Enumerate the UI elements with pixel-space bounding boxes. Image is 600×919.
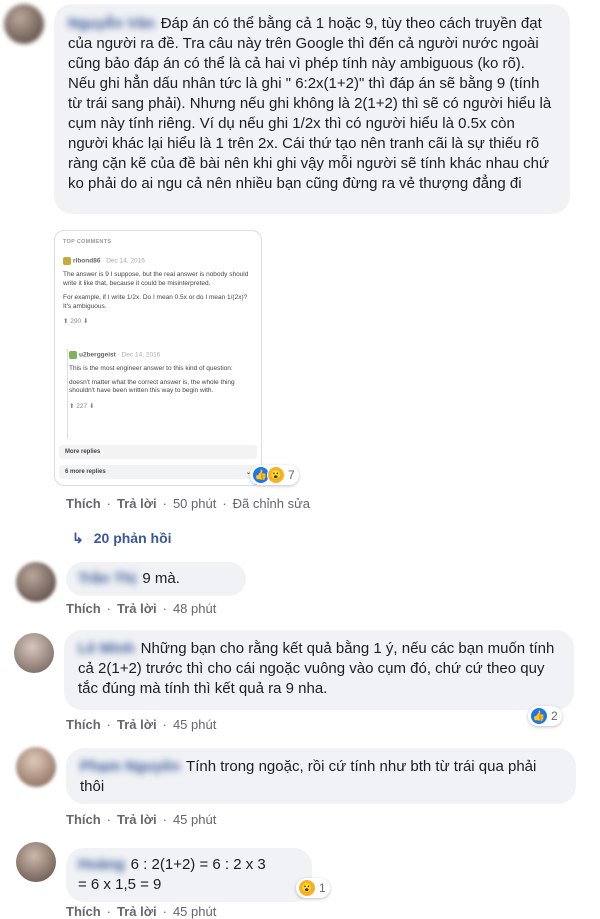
comment-actions: Thích · Trả lời · 48 phút xyxy=(66,601,217,616)
wow-icon: 😮 xyxy=(298,879,316,897)
vote-count: 290 xyxy=(70,318,82,325)
upvote-icon: ⬆ xyxy=(69,402,75,410)
embed-date: · Dec 14, 2016 xyxy=(117,351,161,359)
like-button[interactable]: Thích xyxy=(66,601,101,616)
avatar[interactable] xyxy=(16,747,56,787)
reply-button[interactable]: Trả lời xyxy=(117,812,157,827)
comment-bubble: Nguyễn Văn Đáp án có thể bằng cả 1 hoặc 9… xyxy=(54,4,570,214)
reply-arrow-icon: ↳ xyxy=(72,530,84,546)
embed-user: u2berggeist xyxy=(79,351,116,359)
wow-icon: 😮 xyxy=(267,466,285,484)
user-icon xyxy=(63,257,71,265)
reply-button[interactable]: Trả lời xyxy=(117,496,157,511)
avatar[interactable] xyxy=(16,562,56,602)
comment-author[interactable]: Nguyễn Văn xyxy=(68,14,155,34)
comment-text: Những bạn cho rằng kết quả bằng 1 ý, nếu… xyxy=(78,640,555,697)
more-replies-count-button[interactable]: 6 more replies ⌄ xyxy=(59,465,257,479)
vote-count: 227 xyxy=(76,402,88,410)
avatar[interactable] xyxy=(14,633,54,673)
reaction-summary[interactable]: 😮 1 xyxy=(296,878,330,898)
comment-author[interactable]: Phạm Nguyên xyxy=(80,757,180,777)
downvote-icon: ⬇ xyxy=(82,318,89,325)
upvote-icon: ⬆ xyxy=(63,318,69,325)
reply-button[interactable]: Trả lời xyxy=(117,601,157,616)
reaction-count: 1 xyxy=(319,881,326,895)
like-button[interactable]: Thích xyxy=(66,496,101,511)
avatar[interactable] xyxy=(16,842,56,882)
comment-text: 9 mà. xyxy=(142,570,180,587)
embed-text: For example, if I write 1/2x. Do I mean … xyxy=(63,294,248,310)
view-replies-button[interactable]: ↳ 20 phản hồi xyxy=(72,530,172,547)
embedded-screenshot[interactable]: TOP COMMENTS rlbond86 · Dec 14, 2016 The… xyxy=(54,230,262,486)
timestamp[interactable]: 48 phút xyxy=(173,601,216,616)
like-button[interactable]: Thích xyxy=(66,812,101,827)
embed-text: This is the most engineer answer to this… xyxy=(69,365,233,372)
more-replies-button[interactable]: More replies xyxy=(59,445,257,459)
comment-actions: Thích · Trả lời · 45 phút xyxy=(66,812,217,827)
reply-button[interactable]: Trả lời xyxy=(117,717,157,732)
embed-text: doesn't matter what the correct answer i… xyxy=(69,378,235,395)
comment-actions: Thích · Trả lời · 50 phút · Đã chỉnh sửa xyxy=(66,496,311,511)
reaction-summary[interactable]: 👍 😮 7 xyxy=(250,465,299,485)
comment-bubble: Trần Thị 9 mà. xyxy=(66,562,246,596)
reaction-count: 2 xyxy=(551,709,558,723)
embed-date: · Dec 14, 2016 xyxy=(102,257,145,265)
comment-author[interactable]: Hoàng xyxy=(78,855,125,875)
timestamp[interactable]: 50 phút xyxy=(173,496,216,511)
comment-author[interactable]: Lê Minh xyxy=(78,639,135,659)
timestamp[interactable]: 45 phút xyxy=(173,717,216,732)
timestamp[interactable]: 45 phút xyxy=(173,812,216,827)
avatar[interactable] xyxy=(4,4,44,44)
like-button[interactable]: Thích xyxy=(66,717,101,732)
comment-text: 6 : 2(1+2) = 6 : 2 x 3 xyxy=(130,856,266,873)
downvote-icon: ⬇ xyxy=(88,402,95,410)
comment-text: = 6 x 1,5 = 9 xyxy=(78,876,162,893)
embed-header: TOP COMMENTS xyxy=(63,239,112,245)
comment-text: Đáp án có thể bằng cả 1 hoặc 9, tùy theo… xyxy=(68,15,552,192)
embed-text: The answer is 9 I suppose, but the real … xyxy=(63,271,249,287)
comment-bubble: Hoàng 6 : 2(1+2) = 6 : 2 x 3 = 6 x 1,5 = … xyxy=(66,848,312,902)
edited-label: Đã chỉnh sửa xyxy=(232,496,311,511)
comment-author[interactable]: Trần Thị xyxy=(78,569,136,589)
reaction-count: 7 xyxy=(288,468,295,482)
comment-bubble: Phạm Nguyên Tính trong ngoặc, rồi cứ tính… xyxy=(66,748,576,804)
comment-bubble: Lê Minh Những bạn cho rằng kết quả bằng 1… xyxy=(64,630,574,710)
embed-user: rlbond86 xyxy=(73,257,101,265)
like-icon: 👍 xyxy=(530,707,548,725)
reaction-summary[interactable]: 👍 2 xyxy=(528,706,562,726)
user-icon xyxy=(69,351,77,359)
comment-actions: Thích · Trả lời · 45 phút xyxy=(66,717,217,732)
